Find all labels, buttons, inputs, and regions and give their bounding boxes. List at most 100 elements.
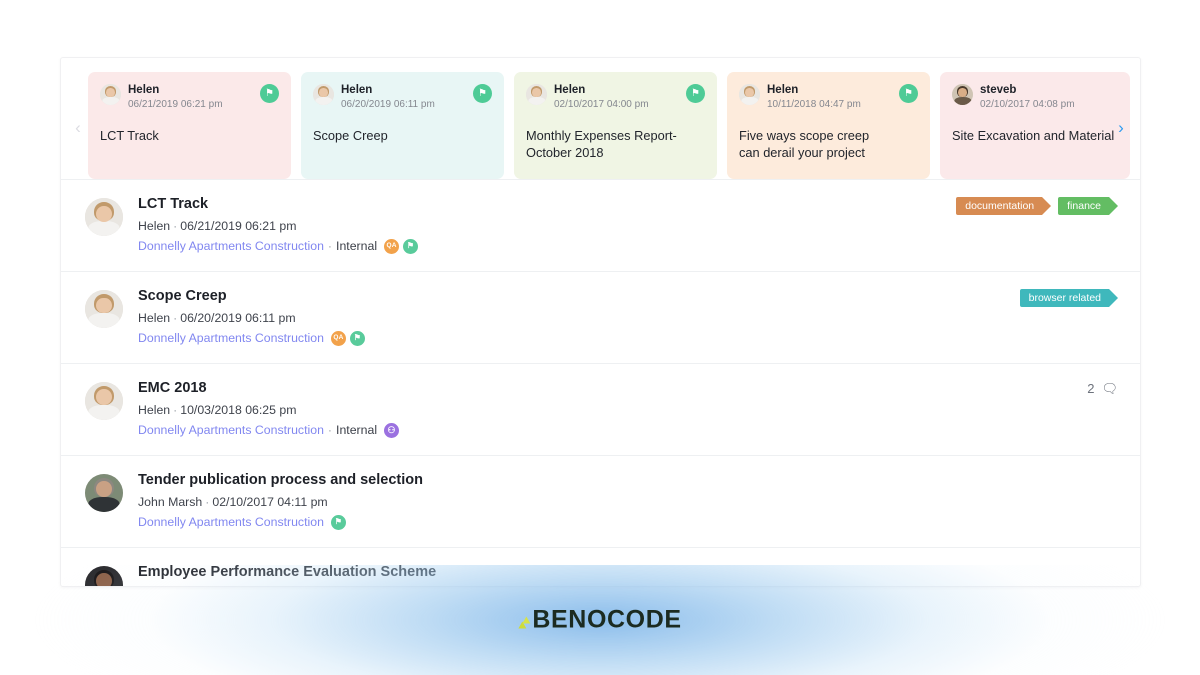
row-project-link[interactable]: Donnelly Apartments Construction [138,237,324,256]
avatar [85,381,123,420]
table-row[interactable]: EMC 2018 Helen · 10/03/2018 06:25 pm Donnell… [61,362,1140,455]
row-body: Scope Creep Helen · 06/20/2019 06:11 pm Donn… [138,287,1020,348]
row-date: 06/21/2019 06:21 pm [180,218,297,233]
row-title[interactable]: Scope Creep [138,287,1020,306]
brand-logo: BENOCODE [518,606,681,635]
row-project-line: Donnelly Apartments Construction · Interna… [138,421,1087,440]
avatar [85,289,123,328]
table-row[interactable]: LCT Track Helen · 06/21/2019 06:21 pm Donnel… [61,179,1140,271]
tag-label: browser related [1028,291,1101,304]
row-date: 02/10/2017 04:11 pm [212,494,328,509]
pinned-and-list-panel: ‹ Helen 06/21/2019 06:21 pm ⚑ LCT Track Hele… [60,57,1141,587]
comment-icon: 🗨 [1101,380,1118,396]
row-project-line: Donnelly Apartments Construction QA ⚑ [138,329,1020,348]
row-title[interactable]: LCT Track [138,195,956,214]
row-separator: · [173,218,178,233]
pinned-card-author: steveb [980,84,1017,96]
brand-footer: BENOCODE [0,565,1200,675]
row-author-date: Helen · 06/20/2019 06:11 pm [138,309,1020,328]
pinned-card-meta: Helen 10/11/2018 04:47 pm [767,84,861,113]
pinned-card-author: Helen [128,84,160,96]
tag-label: finance [1067,200,1101,212]
pinned-card-header: Helen 10/11/2018 04:47 pm [739,84,916,113]
row-right-area: documentation finance [956,195,1118,215]
pinned-card[interactable]: steveb 02/10/2017 04:08 pm Site Excavation… [940,72,1130,179]
pinned-card-date: 02/10/2017 04:00 pm [554,99,649,111]
row-project-link[interactable]: Donnelly Apartments Construction [138,329,324,348]
pinned-card[interactable]: Helen 06/20/2019 06:11 pm ⚑ Scope Creep [301,72,504,179]
avatar [739,84,760,105]
row-separator: · [327,422,333,437]
pinned-card-title[interactable]: Five ways scope creep can derail your pr… [739,127,916,162]
comment-count-value: 2 [1087,380,1095,396]
pinned-card-date: 06/20/2019 06:11 pm [341,99,435,111]
row-title[interactable]: EMC 2018 [138,379,1087,398]
pinned-card-title[interactable]: Scope Creep [313,127,490,144]
avatar-art [313,84,334,105]
avatar-art [85,473,123,512]
pinned-card[interactable]: Helen 06/21/2019 06:21 pm ⚑ LCT Track [88,72,291,179]
pin-icon[interactable]: ⚑ [473,84,492,103]
app-page: ‹ Helen 06/21/2019 06:21 pm ⚑ LCT Track Hele… [0,0,1200,675]
row-badge-group: QA ⚑ [384,238,419,254]
pinned-card[interactable]: Helen 10/11/2018 04:47 pm ⚑ Five ways scope… [727,72,930,179]
pin-icon[interactable]: ⚑ [686,84,705,103]
row-scope-label: Internal [336,238,378,253]
avatar [85,198,123,236]
row-badge-group: ⚑ [330,514,346,530]
brand-name: BENOCODE [532,605,682,634]
pinned-card-title[interactable]: LCT Track [100,127,277,144]
pinned-card-title[interactable]: Site Excavation and Material [952,127,1116,144]
row-scope-label: Internal [336,422,378,437]
tag-chip[interactable]: browser related [1019,288,1119,307]
comment-count[interactable]: 2 🗨 [1087,381,1118,396]
pin-icon[interactable]: ⚑ [330,514,346,530]
tag-chip[interactable]: finance [1058,197,1118,215]
pinned-card-title[interactable]: Monthly Expenses Report- October 2018 [526,127,703,162]
table-row[interactable]: Scope Creep Helen · 06/20/2019 06:11 pm Donn… [61,270,1140,363]
avatar-art [100,84,121,105]
pinned-card-meta: steveb 02/10/2017 04:08 pm [980,84,1075,113]
row-separator: · [173,310,178,325]
carousel-prev-icon[interactable]: ‹ [67,116,89,138]
row-body: Tender publication process and selection… [138,471,1118,532]
avatar-art [526,84,547,105]
avatar [313,84,334,105]
pinned-card[interactable]: Helen 02/10/2017 04:00 pm ⚑ Monthly Expense… [514,72,717,179]
avatar [952,84,973,105]
pinned-card-list: Helen 06/21/2019 06:21 pm ⚑ LCT Track Helen 0… [61,72,1140,179]
row-author: Helen [138,402,171,417]
carousel-next-icon[interactable]: › [1110,116,1132,138]
pinned-card-meta: Helen 02/10/2017 04:00 pm [554,84,649,113]
row-separator: · [327,238,333,253]
row-title[interactable]: Tender publication process and selection [138,471,1118,490]
microphone-icon[interactable]: ⚇ [384,422,400,438]
row-project-link[interactable]: Donnelly Apartments Construction [138,421,324,440]
qa-badge-icon[interactable]: QA [384,238,400,254]
avatar [100,84,121,105]
avatar-art [739,84,760,105]
pin-icon[interactable]: ⚑ [260,84,279,103]
qa-badge-icon[interactable]: QA [330,330,346,346]
pin-icon[interactable]: ⚑ [349,330,365,346]
row-body: EMC 2018 Helen · 10/03/2018 06:25 pm Donnell… [138,379,1087,440]
row-project-link[interactable]: Donnelly Apartments Construction [138,513,324,532]
row-author-date: Helen · 10/03/2018 06:25 pm [138,401,1087,420]
row-right-area: browser related [1019,287,1119,307]
pinned-card-meta: Helen 06/20/2019 06:11 pm [341,84,435,113]
pinned-carousel: ‹ Helen 06/21/2019 06:21 pm ⚑ LCT Track Hele… [61,58,1140,179]
tag-chip[interactable]: documentation [956,197,1052,215]
pinned-card-date: 06/21/2019 06:21 pm [128,99,223,111]
pin-icon[interactable]: ⚑ [899,84,918,103]
table-row[interactable]: Tender publication process and selection… [61,454,1140,547]
row-right-area: 2 🗨 [1087,379,1118,396]
topic-list: LCT Track Helen · 06/21/2019 06:21 pm Donnel… [61,179,1140,586]
row-author: Helen [138,218,171,233]
row-author-date: John Marsh · 02/10/2017 04:11 pm [138,493,1118,512]
pinned-card-author: Helen [341,84,373,96]
pin-icon[interactable]: ⚑ [403,238,419,254]
pinned-card-header: Helen 06/21/2019 06:21 pm [100,84,277,113]
row-date: 10/03/2018 06:25 pm [180,402,297,417]
row-project-line: Donnelly Apartments Construction · Interna… [138,237,956,256]
tag-label: documentation [965,200,1035,212]
